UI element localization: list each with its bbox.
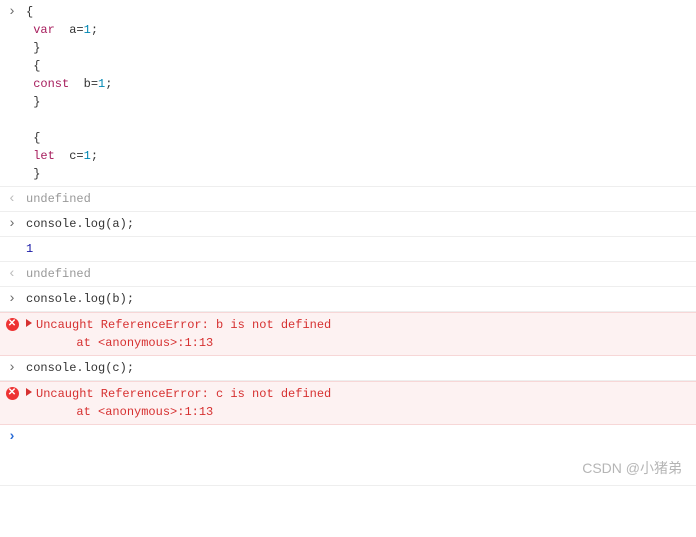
error-stack-frame: at <anonymous>:1:13 (76, 336, 213, 350)
console-result-entry: undefined (0, 262, 696, 287)
error-icon: ✕ (0, 385, 24, 400)
input-code: { var a=1; } { const b=1; } { let c=1; } (24, 3, 696, 183)
console-input-entry: { var a=1; } { const b=1; } { let c=1; } (0, 0, 696, 187)
console-error-entry: ✕Uncaught ReferenceError: b is not defin… (0, 312, 696, 356)
error-icon: ✕ (0, 316, 24, 331)
input-code: console.log(c); (24, 359, 696, 377)
result-value: undefined (24, 265, 696, 283)
console-prompt-row[interactable] (0, 425, 696, 486)
output-chevron-icon (0, 190, 24, 208)
input-code: console.log(b); (24, 290, 696, 308)
console-result-entry: undefined (0, 187, 696, 212)
console-error-entry: ✕Uncaught ReferenceError: c is not defin… (0, 381, 696, 425)
disclosure-triangle-icon[interactable] (26, 319, 32, 327)
console-input-entry: console.log(a); (0, 212, 696, 237)
result-value: undefined (24, 190, 696, 208)
error-message: Uncaught ReferenceError: c is not define… (24, 385, 696, 421)
disclosure-triangle-icon[interactable] (26, 388, 32, 396)
output-chevron-icon (0, 265, 24, 283)
log-value: 1 (24, 240, 696, 258)
console-input-entry: console.log(c); (0, 356, 696, 381)
input-chevron-icon (0, 359, 24, 377)
input-chevron-icon (0, 3, 24, 21)
input-chevron-icon (0, 290, 24, 308)
prompt-content[interactable] (24, 428, 696, 482)
prompt-chevron-icon (0, 428, 24, 446)
console-input-entry: console.log(b); (0, 287, 696, 312)
error-message: Uncaught ReferenceError: b is not define… (24, 316, 696, 352)
input-code: console.log(a); (24, 215, 696, 233)
input-chevron-icon (0, 215, 24, 233)
console-input[interactable] (55, 448, 696, 462)
console-log-entry: 1 (0, 237, 696, 262)
error-stack-frame: at <anonymous>:1:13 (76, 405, 213, 419)
console-log-area: { var a=1; } { const b=1; } { let c=1; }… (0, 0, 696, 425)
